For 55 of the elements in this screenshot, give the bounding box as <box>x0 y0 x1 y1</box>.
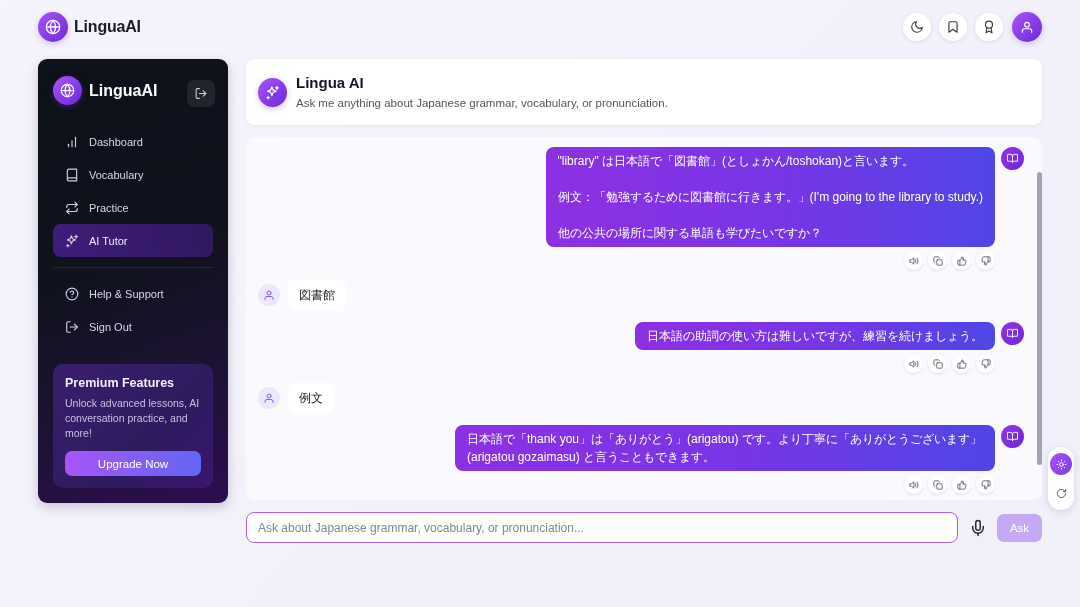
repeat-arrows-icon <box>65 200 79 215</box>
copy-icon[interactable] <box>928 251 947 270</box>
nav-item[interactable]: Vocabulary <box>53 158 213 191</box>
message-text: 例文 <box>299 390 323 407</box>
book-icon <box>65 167 79 182</box>
message-text: 他の公共の場所に関する単語も学びたいですか？ <box>557 225 823 242</box>
copy-icon[interactable] <box>928 475 947 494</box>
nav-item[interactable]: Dashboard <box>53 125 213 158</box>
exit-icon[interactable] <box>187 80 215 107</box>
globe-icon <box>38 12 68 42</box>
nav-item[interactable]: Practice <box>53 191 213 224</box>
user-avatar-icon[interactable] <box>1012 12 1042 42</box>
open-book-icon <box>1001 147 1024 170</box>
message-input[interactable]: Ask about Japanese grammar, vocabulary, or pronunciation... <box>246 512 958 543</box>
message-text: 日本語の助詞の使い方は難しいですが、練習を続けましょう。 <box>647 328 983 345</box>
thumbs-up-icon[interactable] <box>952 354 971 373</box>
message-text: 図書館 <box>299 287 335 304</box>
chat-subtitle: Ask me anything about Japanese grammar, vocabulary, or pronunciation. <box>296 96 668 110</box>
medal-icon[interactable] <box>975 13 1003 41</box>
sign-out-icon <box>65 319 79 334</box>
microphone-icon[interactable] <box>969 518 987 537</box>
sparkle-icon <box>258 77 287 107</box>
moon-icon[interactable] <box>903 13 931 41</box>
premium-description: Unlock advanced lessons, AI conversation practice, and more! <box>65 396 201 441</box>
upgrade-button[interactable]: Upgrade Now <box>65 451 201 476</box>
thumbs-down-icon[interactable] <box>976 475 995 494</box>
sun-icon[interactable] <box>1050 453 1072 475</box>
thumbs-down-icon[interactable] <box>976 354 995 373</box>
speaker-icon[interactable] <box>904 354 923 373</box>
speaker-icon[interactable] <box>904 251 923 270</box>
sidebar-logo-text: LinguaAI <box>89 81 158 100</box>
sparkle-icon <box>65 233 79 248</box>
speaker-icon[interactable] <box>904 475 923 494</box>
message-text: 日本語で「thank you」は「ありがとう」(arigatou) です。より丁寧に「ありがとうございます」 (arigatou gozaimasu) と言うこともできます。 <box>467 431 983 466</box>
thumbs-up-icon[interactable] <box>952 475 971 494</box>
premium-title: Premium Features <box>65 376 176 391</box>
bookmark-icon[interactable] <box>939 13 967 41</box>
copy-icon[interactable] <box>928 354 947 373</box>
user-icon <box>258 284 280 306</box>
sidebar-link[interactable]: Sign Out <box>53 310 213 343</box>
help-icon <box>65 286 79 301</box>
nav-item[interactable]: AI Tutor <box>53 224 213 257</box>
chat-title: Lingua AI <box>296 74 365 92</box>
thumbs-down-icon[interactable] <box>976 251 995 270</box>
sidebar-link[interactable]: Help & Support <box>53 277 213 310</box>
scrollbar-thumb[interactable] <box>1037 172 1042 465</box>
message-text: "library" は日本語で「図書館」(としょかん/toshokan)と言います。 <box>557 153 916 170</box>
open-book-icon <box>1001 322 1024 345</box>
message-text: 例文：「勉強するために図書館に行きます。」(I'm going to the library to study.) <box>557 189 983 206</box>
globe-icon <box>53 76 82 105</box>
thumbs-up-icon[interactable] <box>952 251 971 270</box>
user-icon <box>258 387 280 409</box>
bar-chart-icon <box>65 134 79 149</box>
app-logo-text: LinguaAI <box>74 18 141 36</box>
open-book-icon <box>1001 425 1024 448</box>
